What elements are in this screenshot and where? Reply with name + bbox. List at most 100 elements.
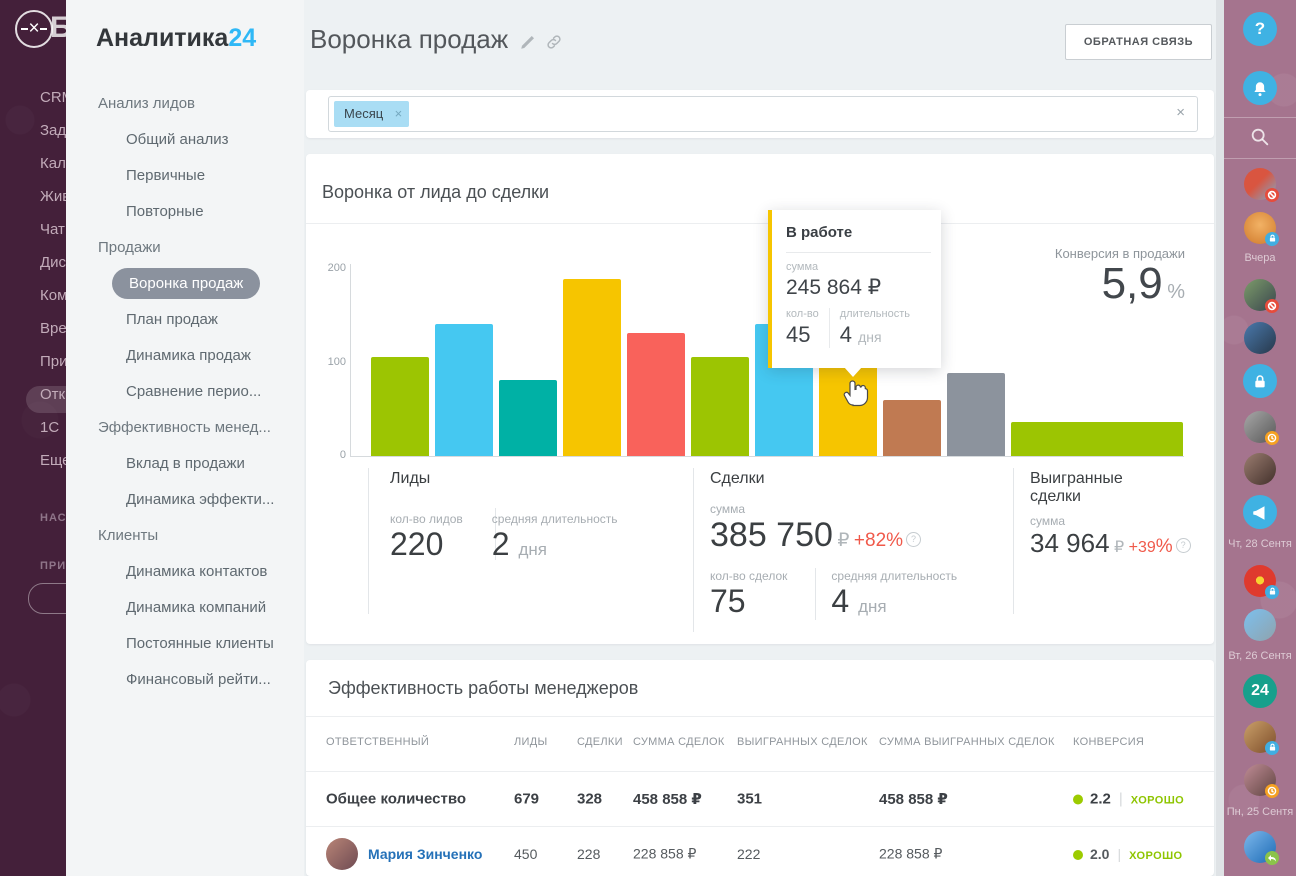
funnel-bar-4[interactable] [627, 333, 685, 456]
megaphone-icon [1243, 495, 1277, 529]
bitrix-menu-item-10[interactable]: 1С [0, 411, 66, 444]
funnel-bar-9[interactable] [947, 373, 1005, 456]
sidebar-section-2[interactable]: Эффективность менед... [66, 410, 304, 446]
leads-duration-value: 2 дня [492, 526, 618, 563]
help-badge-icon[interactable]: ? [1176, 538, 1191, 553]
rail-contact-a4[interactable] [1244, 322, 1276, 354]
column-header-4[interactable]: ВЫИГРАННЫХ СДЕЛОК [737, 736, 868, 748]
divider [786, 252, 931, 253]
sidebar-item-0-0[interactable]: Общий анализ [66, 122, 304, 158]
rail-contact-a6[interactable] [1244, 453, 1276, 485]
rail-contact-a3[interactable] [1244, 279, 1276, 311]
sidebar-item-0-1[interactable]: Первичные [66, 158, 304, 194]
filter-chip-month[interactable]: Месяц× [334, 101, 409, 127]
tooltip-duration-label: длительность [840, 308, 910, 320]
sidebar-section-0[interactable]: Анализ лидов [66, 86, 304, 122]
bitrix-invite-label[interactable]: ПРИ [40, 560, 66, 572]
stat-leads: Лиды кол-во лидов 220 средняя длительнос… [390, 470, 618, 563]
bitrix24-icon: 24 [1243, 674, 1277, 708]
funnel-bar-5[interactable] [691, 357, 749, 456]
bitrix-menu-item-9[interactable]: Отк [0, 378, 66, 411]
column-header-6[interactable]: КОНВЕРСИЯ [1073, 736, 1144, 748]
chip-remove-icon[interactable]: × [395, 101, 403, 127]
column-header-5[interactable]: СУММА ВЫИГРАННЫХ СДЕЛОК [879, 736, 1055, 748]
sidebar-item-2-1[interactable]: Динамика эффекти... [66, 482, 304, 518]
bitrix-invite-button[interactable] [28, 583, 66, 614]
sidebar-section-1[interactable]: Продажи [66, 230, 304, 266]
rail-button-search[interactable] [1243, 126, 1277, 153]
sidebar-item-1-0[interactable]: Воронка продаж [66, 266, 304, 302]
filter-clear-icon[interactable]: × [1176, 104, 1185, 121]
rail-bitrix24[interactable]: 24 [1243, 674, 1277, 708]
cell-name[interactable]: Мария Зинченко [368, 846, 482, 862]
sidebar-item-3-3[interactable]: Финансовый рейти... [66, 662, 304, 698]
deals-sum-label: сумма [710, 502, 957, 516]
sidebar-item-1-2[interactable]: Динамика продаж [66, 338, 304, 374]
cell-leads: 679 [514, 791, 539, 808]
close-slider-button[interactable]: × [15, 10, 53, 48]
status-dot [1073, 795, 1083, 805]
rail-contact-a2[interactable] [1244, 212, 1276, 244]
rail-contact-a9[interactable] [1244, 721, 1276, 753]
rail-button-lock[interactable] [1243, 364, 1277, 398]
funnel-bar-2[interactable] [499, 380, 557, 456]
rail-button-notifications[interactable] [1243, 71, 1277, 105]
date-separator: Вчера [1224, 252, 1296, 264]
tooltip-count-value: 45 [786, 322, 819, 348]
tooltip-count-label: кол-во [786, 308, 819, 320]
rail-button-megaphone[interactable] [1243, 495, 1277, 529]
link-icon[interactable] [545, 33, 563, 51]
bitrix-menu-item-2[interactable]: Кал [0, 147, 66, 180]
sidebar-section-3[interactable]: Клиенты [66, 518, 304, 554]
bitrix-menu-item-11[interactable]: Еще [0, 444, 66, 477]
rail-contact-a7[interactable] [1244, 565, 1276, 597]
funnel-bar-0[interactable] [371, 357, 429, 456]
column-header-0[interactable]: ОТВЕТСТВЕННЫЙ [326, 736, 429, 748]
bar-tooltip: В работе сумма 245 864 ₽ кол-во 45 длите… [768, 210, 941, 368]
tooltip-sum-value: 245 864 ₽ [786, 275, 931, 300]
cell-leads: 450 [514, 846, 537, 862]
rail-contact-a10[interactable] [1244, 764, 1276, 796]
sidebar-item-3-1[interactable]: Динамика компаний [66, 590, 304, 626]
funnel-bar-8[interactable] [883, 400, 941, 456]
sidebar-item-3-0[interactable]: Динамика контактов [66, 554, 304, 590]
edit-title-icon[interactable] [519, 33, 537, 51]
sidebar-item-3-2[interactable]: Постоянные клиенты [66, 626, 304, 662]
rail-contact-a1[interactable] [1244, 168, 1276, 200]
bitrix-menu-item-1[interactable]: Зад [0, 114, 66, 147]
sidebar-item-1-3[interactable]: Сравнение перио... [66, 374, 304, 410]
bitrix-menu-item-7[interactable]: Вре [0, 312, 66, 345]
rail-contact-a11[interactable] [1244, 831, 1276, 863]
column-header-2[interactable]: СДЕЛКИ [577, 736, 623, 748]
bitrix-menu-item-4[interactable]: Чат [0, 213, 66, 246]
bitrix-menu-item-5[interactable]: Дис [0, 246, 66, 279]
filter-input[interactable]: Месяц× × [328, 96, 1198, 132]
tooltip-duration-unit: дня [858, 329, 881, 345]
rail-contact-a8[interactable] [1244, 609, 1276, 641]
funnel-bar-1[interactable] [435, 324, 493, 456]
rail-button-help[interactable]: ? [1243, 12, 1277, 46]
badge-clock-icon [1265, 784, 1279, 798]
sidebar-item-1-1[interactable]: План продаж [66, 302, 304, 338]
rail-contact-a5[interactable] [1244, 411, 1276, 443]
contact-avatar [1244, 453, 1276, 485]
bitrix-menu-item-8[interactable]: При [0, 345, 66, 378]
column-header-3[interactable]: СУММА СДЕЛОК [633, 736, 725, 748]
y-tick-200: 200 [312, 262, 346, 274]
bitrix-settings-label[interactable]: НАСТ [40, 512, 66, 524]
bitrix-menu-item-6[interactable]: Ком [0, 279, 66, 312]
sidebar-item-0-2[interactable]: Повторные [66, 194, 304, 230]
cell-won: 351 [737, 791, 762, 808]
bitrix-menu-item-0[interactable]: CRM [0, 81, 66, 114]
badge-clock-icon [1265, 431, 1279, 445]
funnel-bar-10[interactable] [1011, 422, 1183, 456]
app-logo[interactable]: Аналитика24 [96, 24, 256, 53]
column-header-1[interactable]: ЛИДЫ [514, 736, 548, 748]
tooltip-sum-label: сумма [786, 261, 931, 273]
sidebar-item-2-0[interactable]: Вклад в продажи [66, 446, 304, 482]
feedback-button[interactable]: ОБРАТНАЯ СВЯЗЬ [1065, 24, 1212, 60]
funnel-bar-3[interactable] [563, 279, 621, 456]
help-badge-icon[interactable]: ? [906, 532, 921, 547]
bitrix-menu-item-3[interactable]: Жив [0, 180, 66, 213]
tooltip-title: В работе [786, 224, 931, 241]
